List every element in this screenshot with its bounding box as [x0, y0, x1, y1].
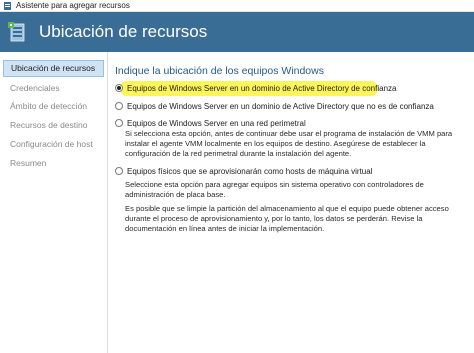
option-label-untrusted-ad-domain[interactable]: Equipos de Windows Server en un dominio … [127, 102, 434, 112]
step-target-resources[interactable]: Recursos de destino [3, 117, 104, 134]
physical-warning: Es posible que se limpie la partición de… [125, 204, 470, 235]
window-title: Asistente para agregar recursos [16, 1, 130, 10]
step-resource-location[interactable]: Ubicación de recursos [3, 60, 104, 77]
physical-description-line: administración de placa base. [125, 190, 226, 200]
title-bar: Asistente para agregar recursos [0, 0, 474, 12]
step-credentials[interactable]: Credenciales [3, 80, 104, 97]
app-icon [4, 2, 11, 10]
physical-warning-line: documentación en línea antes de iniciar … [125, 224, 325, 234]
header-banner: Ubicación de recursos [0, 12, 474, 52]
perimeter-description-line: configuración de la red perimetral duran… [125, 149, 352, 159]
step-discovery-scope[interactable]: Ámbito de detección [3, 98, 104, 115]
option-label-physical-computers[interactable]: Equipos físicos que se aprovisionarán co… [127, 167, 372, 177]
option-label-perimeter-network[interactable]: Equipos de Windows Server en una red per… [127, 119, 306, 129]
step-host-settings[interactable]: Configuración de host [3, 136, 104, 153]
step-summary[interactable]: Resumen [3, 155, 104, 172]
server-wizard-icon [8, 22, 25, 42]
perimeter-description-line: Si selecciona esta opción, antes de cont… [125, 129, 453, 138]
physical-description: Seleccione esta opción para agregar equi… [125, 180, 470, 200]
perimeter-description: Si selecciona esta opción, antes de cont… [125, 129, 470, 160]
physical-warning-line: durante el proceso de aprovisionamiento … [125, 214, 423, 224]
radio-perimeter-network[interactable] [115, 119, 123, 127]
physical-description-line: Seleccione esta opción para agregar equi… [125, 180, 424, 189]
perimeter-description-line: instalar el agente VMM localmente en los… [125, 139, 426, 149]
main-content: Indique la ubicación de los equipos Wind… [108, 52, 474, 353]
radio-untrusted-ad-domain[interactable] [115, 102, 123, 110]
section-heading: Indique la ubicación de los equipos Wind… [115, 65, 324, 77]
radio-trusted-ad-domain[interactable] [115, 84, 123, 92]
wizard-steps-sidebar: Ubicación de recursos Credenciales Ámbit… [0, 52, 107, 353]
page-title: Ubicación de recursos [39, 22, 208, 41]
physical-warning-line: Es posible que se limpie la partición de… [125, 204, 449, 213]
radio-physical-computers[interactable] [115, 167, 123, 175]
option-label-trusted-ad-domain[interactable]: Equipos de Windows Server en un dominio … [127, 84, 396, 94]
